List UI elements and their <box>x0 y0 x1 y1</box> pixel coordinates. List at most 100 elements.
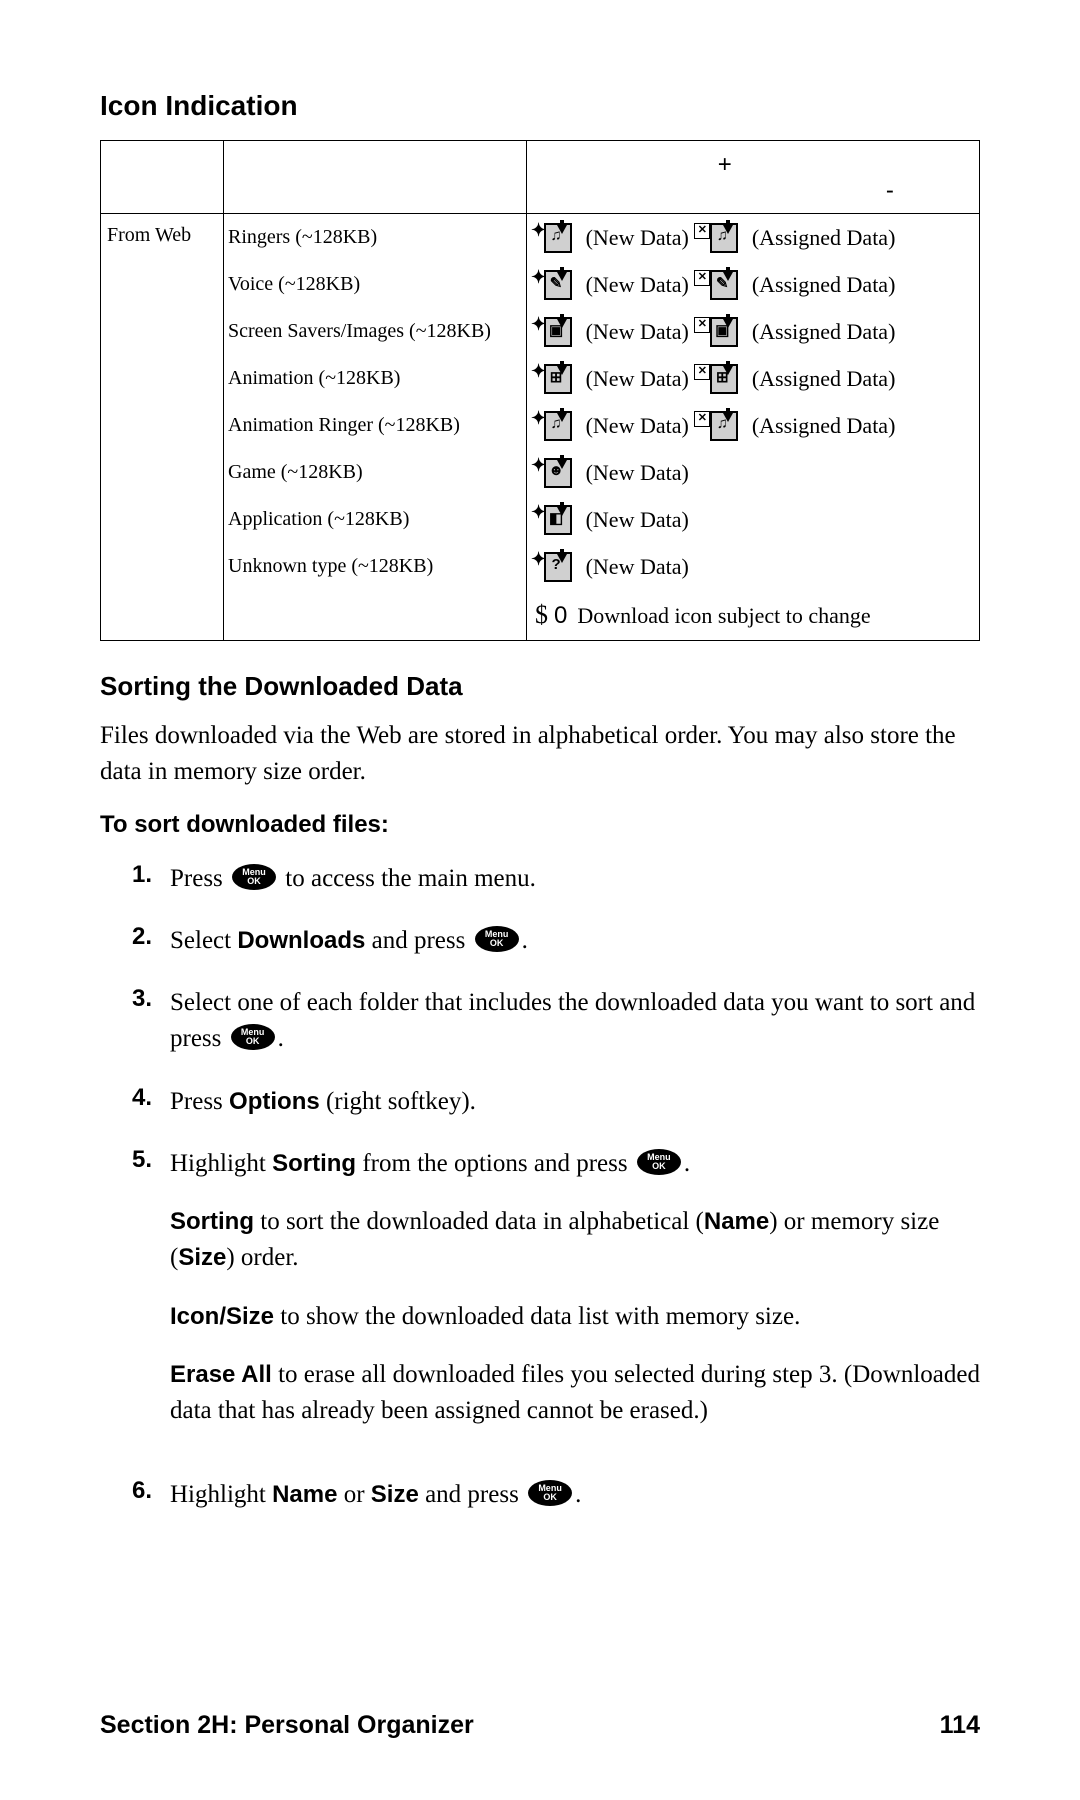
to-sort-heading: To sort downloaded files: <box>100 811 980 839</box>
file-type-label: Game (~128KB) <box>224 449 527 496</box>
menu-ok-key-icon <box>475 926 519 952</box>
new-data-label: (New Data) <box>580 460 689 485</box>
file-type-icon: ♫ <box>544 221 578 255</box>
table-row: Voice (~128KB)✦✎ (New Data) ✕✎ (Assigned… <box>101 261 980 308</box>
file-type-label: Voice (~128KB) <box>224 261 527 308</box>
assigned-badge-icon: ✕ <box>694 411 710 427</box>
assigned-badge-icon: ✕ <box>694 270 710 286</box>
note-symbol-a: $ <box>535 600 548 629</box>
assigned-badge-icon: ✕ <box>694 364 710 380</box>
icon-cell: ✦⊞ (New Data) ✕⊞ (Assigned Data) <box>527 355 980 402</box>
table-row: Animation Ringer (~128KB)✦♫ (New Data) ✕… <box>101 402 980 449</box>
file-type-icon: ♫ <box>710 409 744 443</box>
table-row: Screen Savers/Images (~128KB)✦▣ (New Dat… <box>101 308 980 355</box>
table-note-row: $0 Download icon subject to change <box>101 590 980 641</box>
opt-sorting-label: Sorting <box>170 1208 254 1235</box>
menu-ok-key-icon <box>231 1024 275 1050</box>
file-type-icon: ◧ <box>544 503 578 537</box>
step-4-c: (right softkey). <box>320 1088 476 1115</box>
header-plus: + <box>718 151 732 179</box>
assigned-data-label: (Assigned Data) <box>746 413 895 438</box>
step-1-a: Press <box>170 865 229 892</box>
heading-sorting: Sorting the Downloaded Data <box>100 671 980 702</box>
table-row: Game (~128KB)✦☻ (New Data) <box>101 449 980 496</box>
file-type-label: Animation (~128KB) <box>224 355 527 402</box>
assigned-data-label: (Assigned Data) <box>746 272 895 297</box>
step-num-2: 2. <box>132 923 170 959</box>
option-sorting: Sorting to sort the downloaded data in a… <box>170 1204 980 1277</box>
step-num-3: 3. <box>132 985 170 1058</box>
step-4: Press Options (right softkey). <box>170 1084 980 1120</box>
option-eraseall: Erase All to erase all downloaded files … <box>170 1357 980 1430</box>
step-6-size: Size <box>371 1481 419 1508</box>
opt-eraseall-b: to erase all downloaded files you select… <box>170 1361 980 1424</box>
step-3-b: . <box>278 1025 284 1052</box>
opt-iconsize-label: Icon/Size <box>170 1303 274 1330</box>
step-4-a: Press <box>170 1088 229 1115</box>
table-row: Animation (~128KB)✦⊞ (New Data) ✕⊞ (Assi… <box>101 355 980 402</box>
file-type-icon: ☻ <box>544 456 578 490</box>
option-iconsize: Icon/Size to show the downloaded data li… <box>170 1299 980 1335</box>
step-5: Highlight Sorting from the options and p… <box>170 1146 980 1452</box>
step-6-name: Name <box>272 1481 337 1508</box>
opt-sorting-f: ) order. <box>226 1244 298 1271</box>
icon-cell: ✦◧ (New Data) <box>527 496 980 543</box>
step-2-downloads: Downloads <box>237 927 365 954</box>
table-note: Download icon subject to change <box>577 603 870 628</box>
step-2-c: and press <box>365 927 471 954</box>
step-5-sorting: Sorting <box>272 1150 356 1177</box>
file-type-icon: ▣ <box>710 315 744 349</box>
file-type-label: Ringers (~128KB) <box>224 214 527 262</box>
step-num-4: 4. <box>132 1084 170 1120</box>
step-6-e: and press <box>419 1481 525 1508</box>
new-data-label: (New Data) <box>580 366 689 391</box>
step-2-a: Select <box>170 927 237 954</box>
assigned-badge-icon: ✕ <box>694 223 710 239</box>
new-data-label: (New Data) <box>580 507 689 532</box>
menu-ok-key-icon <box>528 1480 572 1506</box>
step-5-d: . <box>684 1150 690 1177</box>
assigned-badge-icon: ✕ <box>694 317 710 333</box>
step-6-f: . <box>575 1481 581 1508</box>
footer-section: Section 2H: Personal Organizer <box>100 1711 474 1740</box>
icon-cell: ✦✎ (New Data) ✕✎ (Assigned Data) <box>527 261 980 308</box>
footer-page: 114 <box>940 1711 980 1740</box>
step-6: Highlight Name or Size and press . <box>170 1477 980 1513</box>
file-type-label: Animation Ringer (~128KB) <box>224 402 527 449</box>
file-type-icon: ♫ <box>710 221 744 255</box>
opt-sorting-name: Name <box>704 1208 769 1235</box>
table-row: Unknown type (~128KB)✦? (New Data) <box>101 543 980 590</box>
sorting-intro: Files downloaded via the Web are stored … <box>100 718 980 791</box>
file-type-icon: ♫ <box>544 409 578 443</box>
step-5-c: from the options and press <box>356 1150 634 1177</box>
step-num-5: 5. <box>132 1146 170 1452</box>
assigned-data-label: (Assigned Data) <box>746 319 895 344</box>
step-3: Select one of each folder that includes … <box>170 985 980 1058</box>
file-type-icon: ✎ <box>544 268 578 302</box>
step-3-a: Select one of each folder that includes … <box>170 989 975 1052</box>
step-5-a: Highlight <box>170 1150 272 1177</box>
icon-cell: ✦♫ (New Data) ✕♫ (Assigned Data) <box>527 402 980 449</box>
menu-ok-key-icon <box>637 1149 681 1175</box>
file-type-icon: ? <box>544 550 578 584</box>
new-data-label: (New Data) <box>580 554 689 579</box>
note-symbol-b: 0 <box>554 602 567 629</box>
assigned-data-label: (Assigned Data) <box>746 366 895 391</box>
opt-sorting-b: to sort the downloaded data in alphabeti… <box>254 1208 704 1235</box>
opt-iconsize-b: to show the downloaded data list with me… <box>274 1303 800 1330</box>
step-2-d: . <box>522 927 528 954</box>
heading-icon-indication: Icon Indication <box>100 90 980 122</box>
file-type-icon: ✎ <box>710 268 744 302</box>
step-num-1: 1. <box>132 861 170 897</box>
new-data-label: (New Data) <box>580 319 689 344</box>
assigned-data-label: (Assigned Data) <box>746 225 895 250</box>
new-data-label: (New Data) <box>580 225 689 250</box>
opt-eraseall-label: Erase All <box>170 1361 272 1388</box>
header-minus: - <box>886 177 894 205</box>
table-row: Application (~128KB)✦◧ (New Data) <box>101 496 980 543</box>
menu-ok-key-icon <box>232 864 276 890</box>
table-row: From WebRingers (~128KB)✦♫ (New Data) ✕♫… <box>101 214 980 262</box>
icon-cell: ✦♫ (New Data) ✕♫ (Assigned Data) <box>527 214 980 262</box>
step-num-6: 6. <box>132 1477 170 1513</box>
new-data-label: (New Data) <box>580 272 689 297</box>
